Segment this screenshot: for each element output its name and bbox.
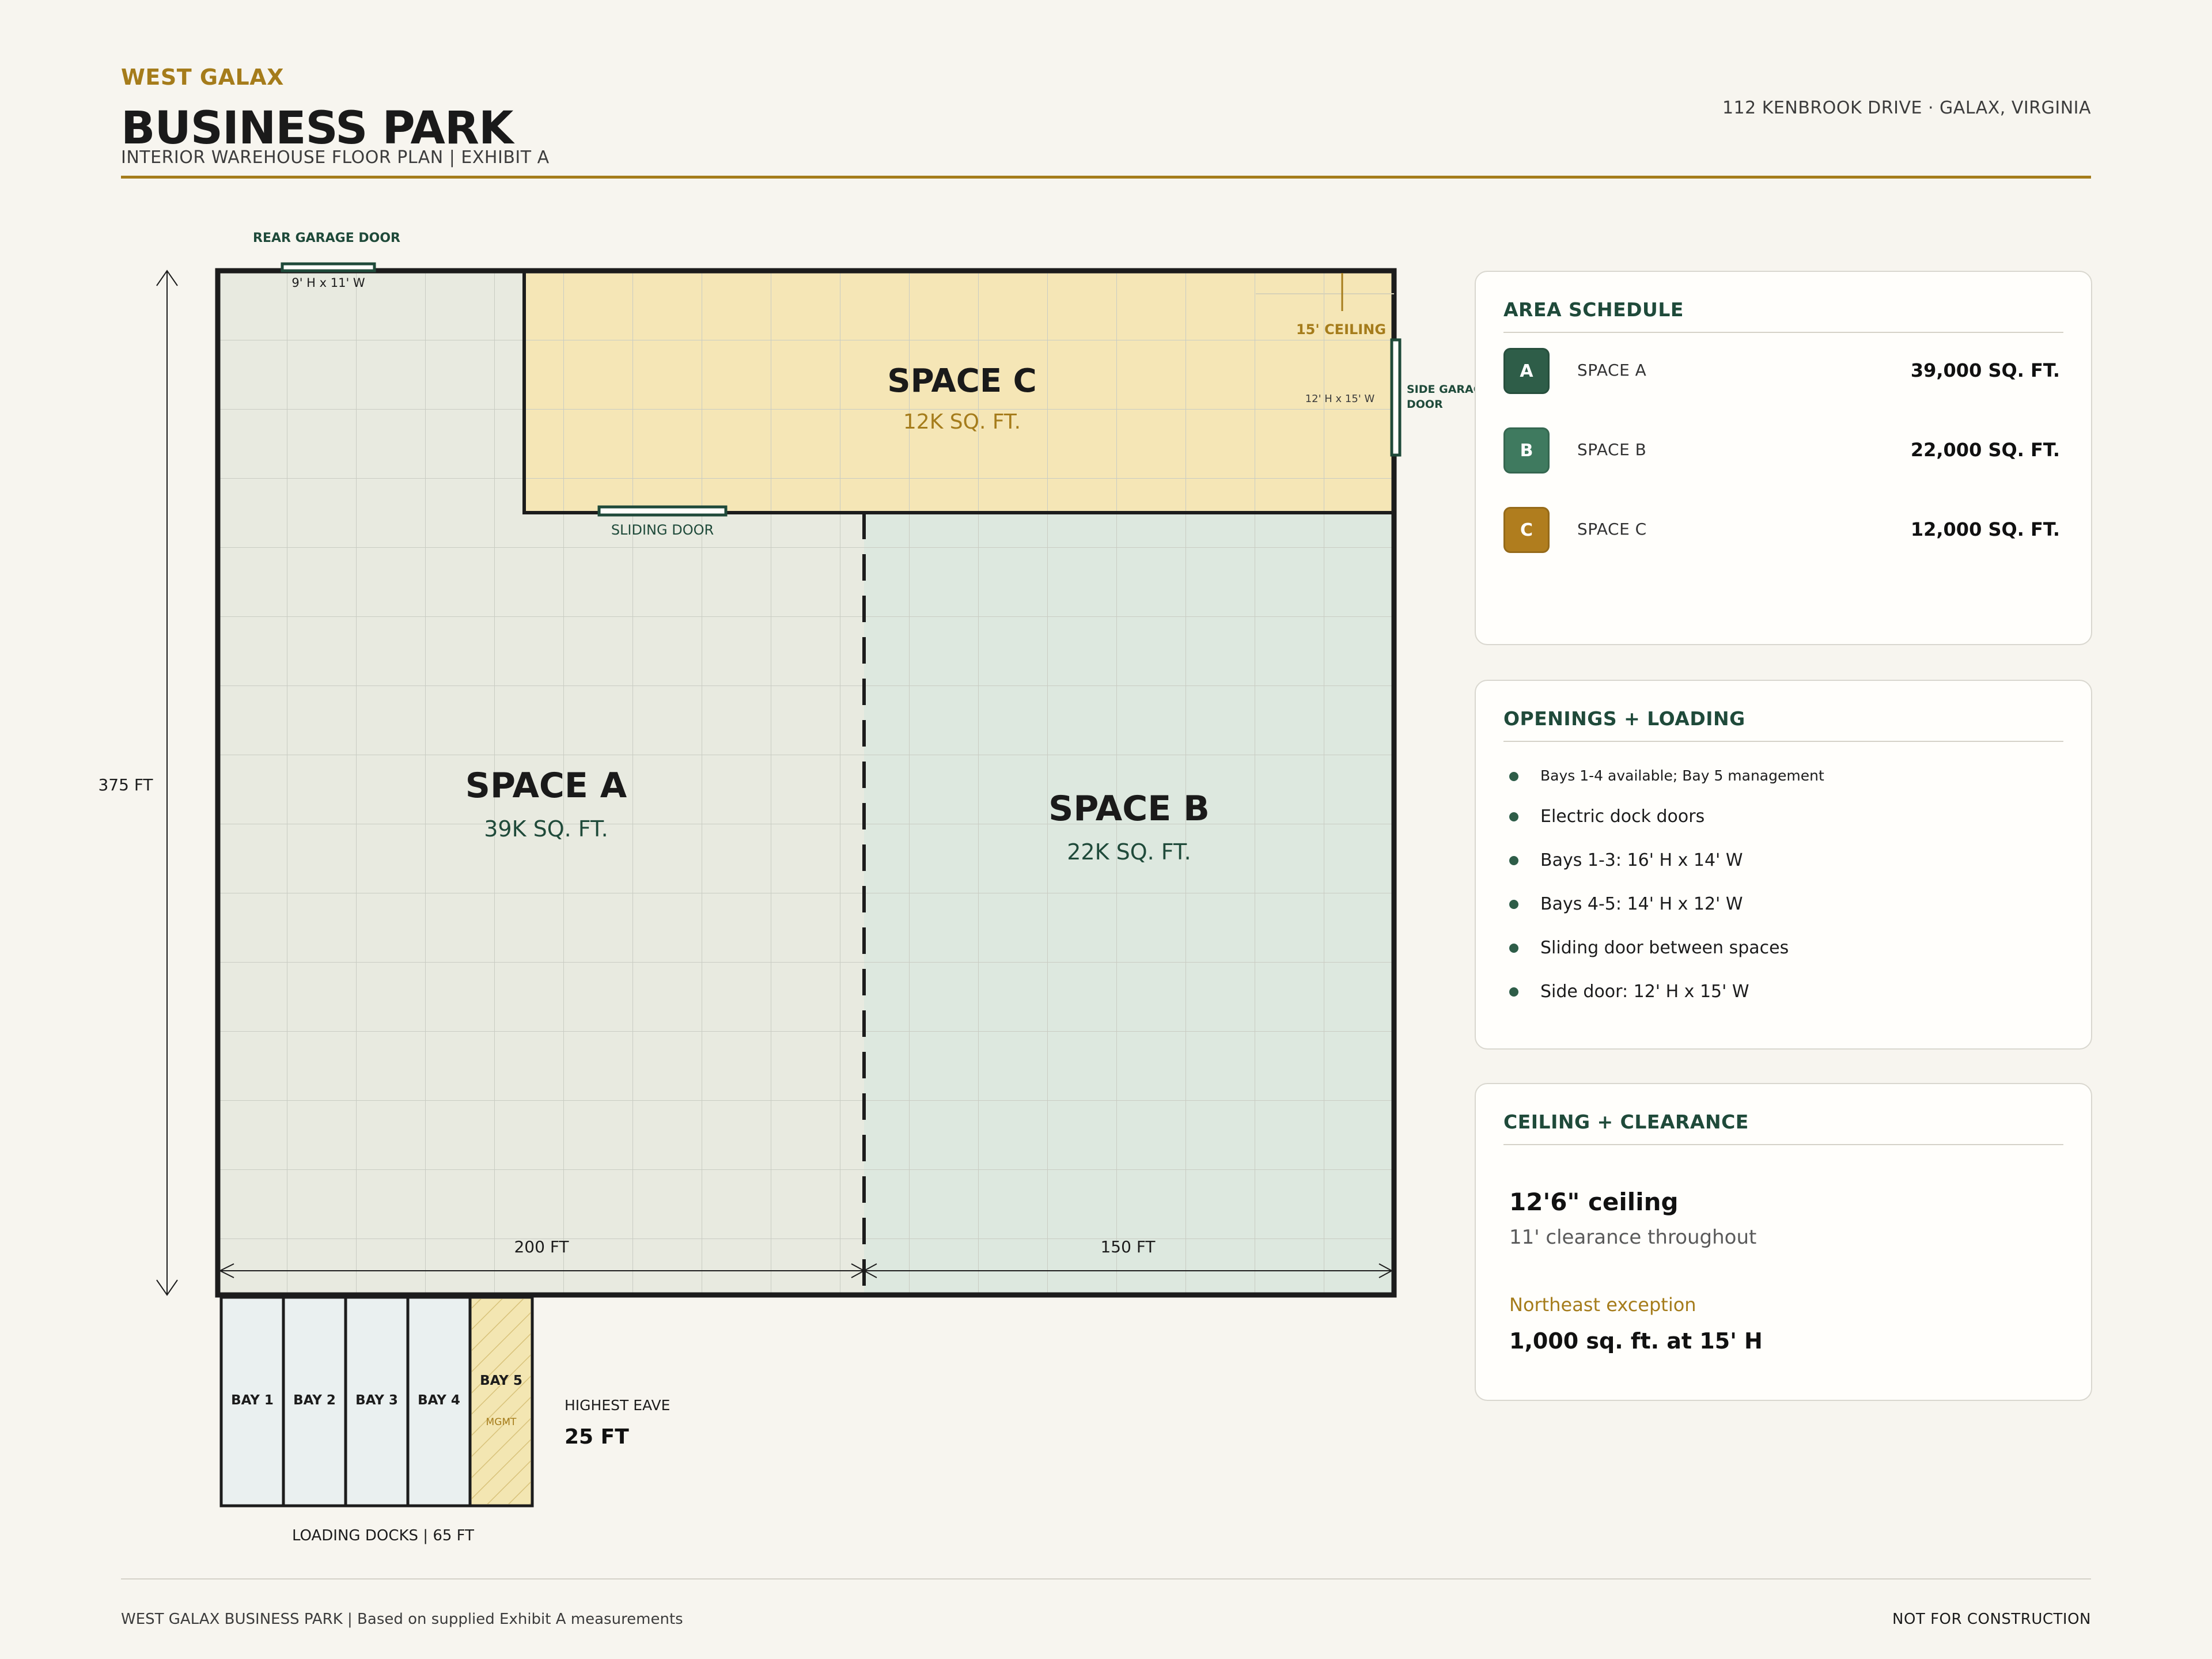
bullet-icon [1509,944,1518,953]
space-b-title: SPACE B [1048,789,1210,829]
eave-value: 25 FT [565,1425,629,1449]
loading-docks: BAY 1 BAY 2 BAY 3 BAY 4 BAY 5 MGMT [219,1296,534,1508]
address: 112 KENBROOK DRIVE · GALAX, VIRGINIA [1722,98,2091,118]
area-schedule-card: AREA SCHEDULE A SPACE A 39,000 SQ. FT. B… [1475,271,2092,645]
bullet-icon [1509,812,1518,821]
ceiling-title: CEILING + CLEARANCE [1503,1111,1749,1133]
openings-item-text: Sliding door between spaces [1540,938,1789,958]
schedule-label: SPACE A [1577,361,1647,380]
openings-item-text: Bays 4-5: 14' H x 12' W [1540,894,1743,914]
space-b-badge: B [1503,427,1550,474]
ceiling-card: CEILING + CLEARANCE 12'6" ceiling 11' cl… [1475,1083,2092,1401]
dock-bay-label: BAY 5 [480,1373,522,1388]
plan-grid [218,271,1394,1295]
openings-title: OPENINGS + LOADING [1503,707,1745,730]
space-a-badge: A [1503,348,1550,394]
schedule-label: SPACE B [1577,440,1647,459]
card-divider [1503,332,2063,333]
footer-divider [121,1578,2091,1580]
openings-item-text: Bays 1-3: 16' H x 14' W [1540,850,1743,870]
side-door-size: 12' H x 15' W [1305,393,1375,405]
rear-door-label: REAR GARAGE DOOR [253,231,400,245]
side-garage-door [1390,338,1402,457]
bullet-icon [1509,987,1518,997]
footer-disclaimer: NOT FOR CONSTRUCTION [1892,1611,2091,1628]
sliding-door-label: SLIDING DOOR [611,522,714,538]
schedule-row-a: A SPACE A 39,000 SQ. FT. [1503,348,2063,394]
clearance-note: 11' clearance throughout [1509,1226,1757,1249]
schedule-label: SPACE C [1577,520,1647,539]
eave-label: HIGHEST EAVE [565,1397,670,1414]
docks-caption: LOADING DOCKS | 65 FT [292,1527,474,1544]
mgmt-hatch [472,1299,531,1504]
schedule-value: 22,000 SQ. FT. [1910,439,2060,461]
dock-bay-label: BAY 4 [418,1393,460,1408]
schedule-value: 12,000 SQ. FT. [1910,518,2060,540]
area-schedule-title: AREA SCHEDULE [1503,298,1684,321]
openings-item-text: Electric dock doors [1540,806,1705,827]
width-b-label: 150 FT [1100,1237,1156,1256]
schedule-value: 39,000 SQ. FT. [1910,359,2060,381]
side-door-label-2: DOOR [1407,398,1443,411]
bullet-icon [1509,900,1518,909]
width-a-label: 200 FT [514,1237,569,1256]
card-divider [1503,1144,2063,1145]
ceiling-height: 12'6" ceiling [1509,1188,1679,1216]
schedule-row-c: C SPACE C 12,000 SQ. FT. [1503,507,2063,553]
sliding-door [597,505,728,517]
space-c-badge: C [1503,507,1550,553]
dock-bay-label: BAY 2 [293,1393,336,1408]
schedule-row-b: B SPACE B 22,000 SQ. FT. [1503,427,2063,474]
card-divider [1503,741,2063,742]
dock-bay-label: BAY 3 [355,1393,398,1408]
openings-item-text: Side door: 12' H x 15' W [1540,982,1749,1002]
space-c-area-label: 12K SQ. FT. [903,410,1021,434]
openings-item-text: Bays 1-4 available; Bay 5 management [1540,767,1824,784]
height-dimension-label: 375 FT [98,775,153,794]
space-a-area-label: 39K SQ. FT. [484,816,608,842]
rear-garage-door [281,262,376,272]
bullet-icon [1509,772,1518,781]
dock-bay-label: BAY 1 [231,1393,274,1408]
bullet-icon [1509,856,1518,865]
rear-door-size: 9' H x 11' W [291,276,365,290]
space-a-title: SPACE A [465,766,627,806]
dock-bay-sublabel: MGMT [486,1416,517,1428]
exception-value: 1,000 sq. ft. at 15' H [1509,1328,1763,1354]
ceiling-callout: 15' CEILING [1296,321,1386,338]
openings-card: OPENINGS + LOADING Bays 1-4 available; B… [1475,680,2092,1050]
exception-label: Northeast exception [1509,1294,1696,1316]
footer-note: WEST GALAX BUSINESS PARK | Based on supp… [121,1611,683,1628]
floor-plan: REAR GARAGE DOOR 9' H x 11' W SLIDING DO… [98,231,1490,1544]
space-c-title: SPACE C [887,362,1037,400]
space-b-area-label: 22K SQ. FT. [1067,839,1191,865]
